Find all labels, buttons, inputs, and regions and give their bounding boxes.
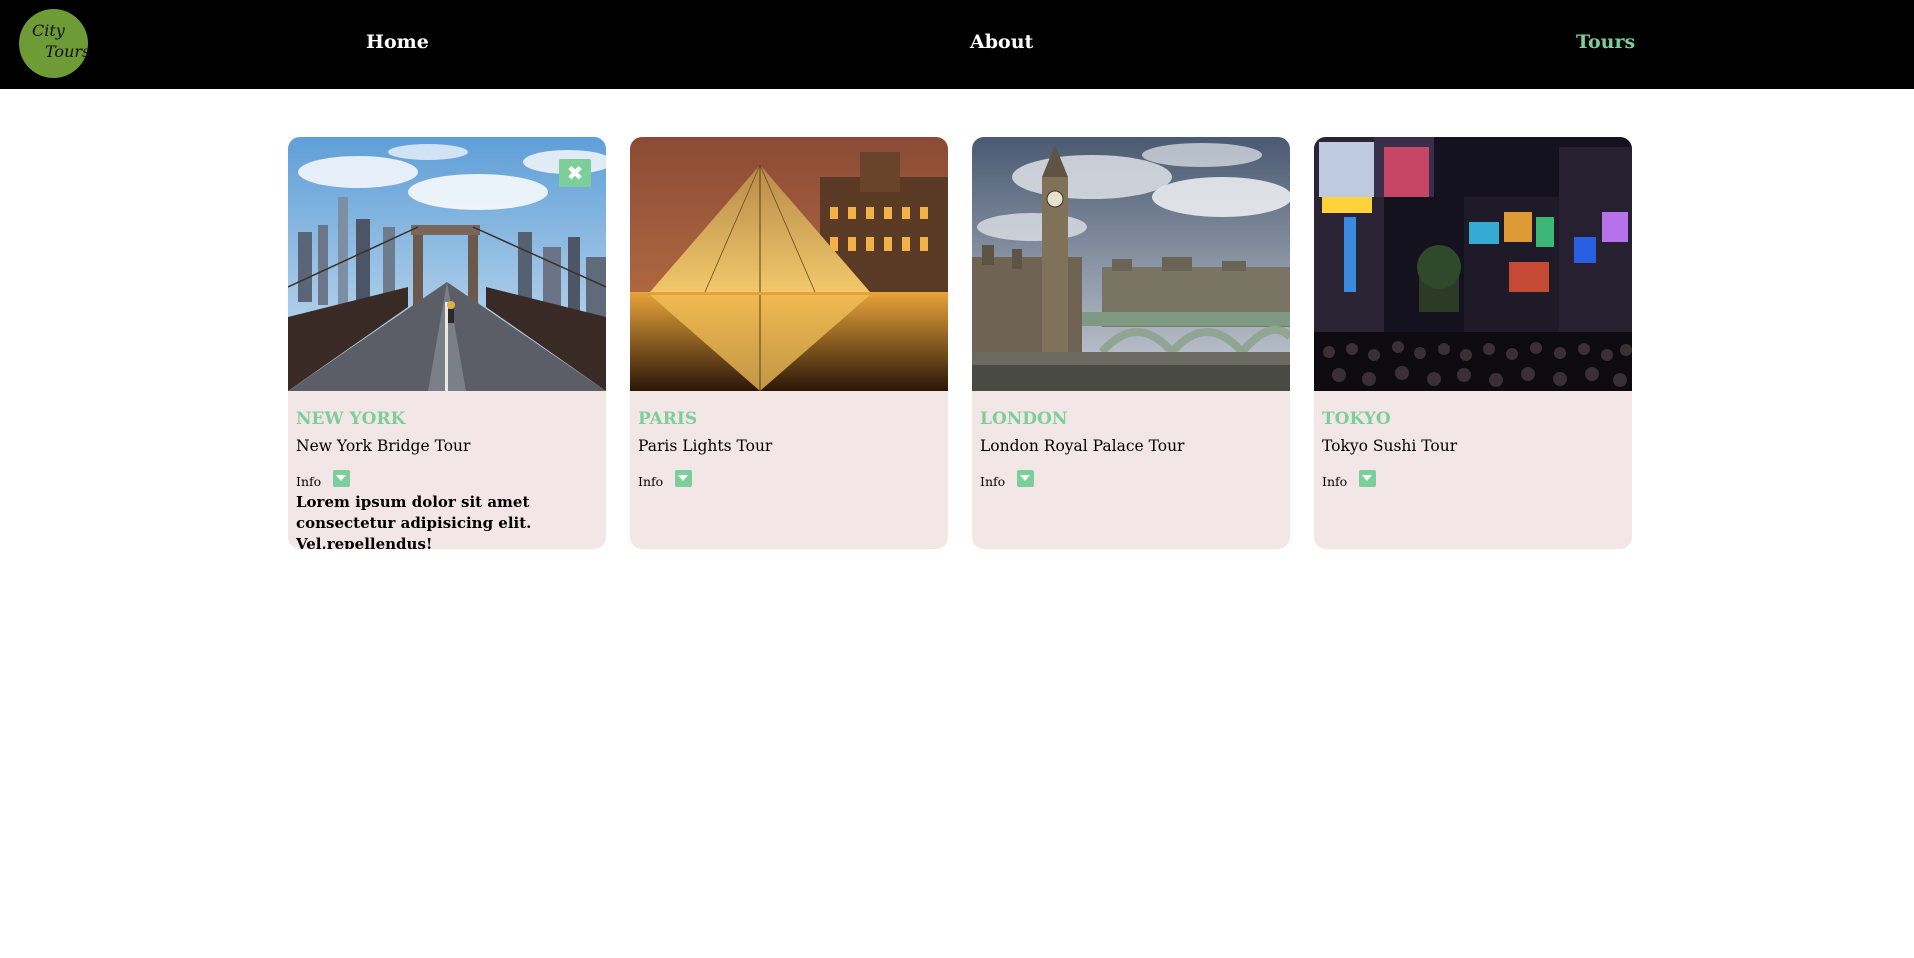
tour-city: PARIS bbox=[638, 409, 698, 429]
nav-link-about[interactable]: About bbox=[970, 31, 1033, 53]
top-navbar: City Tours Home About Tours bbox=[0, 0, 1914, 89]
logo-line-2: Tours bbox=[45, 42, 91, 61]
tour-card-new-york: ✖ NEW YORK New York Bridge Tour Info Lor… bbox=[288, 137, 606, 549]
tour-city: NEW YORK bbox=[296, 409, 406, 429]
tour-card-paris: PARIS Paris Lights Tour Info bbox=[630, 137, 948, 549]
tour-city: TOKYO bbox=[1322, 409, 1391, 429]
nav-link-tours[interactable]: Tours bbox=[1576, 31, 1635, 53]
tour-name: Paris Lights Tour bbox=[638, 437, 773, 455]
tour-name: London Royal Palace Tour bbox=[980, 437, 1185, 455]
logo-line-1: City bbox=[32, 21, 65, 40]
info-label: Info bbox=[980, 474, 1006, 489]
paris-louvre-image bbox=[630, 137, 948, 391]
tokyo-street-image bbox=[1314, 137, 1632, 391]
city-tours-logo[interactable]: City Tours bbox=[19, 9, 91, 78]
caret-down-icon[interactable] bbox=[1017, 470, 1034, 487]
info-label: Info bbox=[296, 474, 322, 489]
tour-card-tokyo: TOKYO Tokyo Sushi Tour Info bbox=[1314, 137, 1632, 549]
nav-link-home[interactable]: Home bbox=[366, 31, 429, 53]
tour-info-text: Lorem ipsum dolor sit amet consectetur a… bbox=[296, 493, 532, 549]
tour-name: Tokyo Sushi Tour bbox=[1322, 437, 1458, 455]
caret-down-icon[interactable] bbox=[333, 470, 350, 487]
caret-down-icon[interactable] bbox=[1359, 470, 1376, 487]
tour-card-london: LONDON London Royal Palace Tour Info bbox=[972, 137, 1290, 549]
info-label: Info bbox=[638, 474, 664, 489]
close-icon[interactable]: ✖ bbox=[559, 159, 591, 187]
london-big-ben-image bbox=[972, 137, 1290, 391]
info-label: Info bbox=[1322, 474, 1348, 489]
caret-down-icon[interactable] bbox=[675, 470, 692, 487]
tour-name: New York Bridge Tour bbox=[296, 437, 471, 455]
tour-city: LONDON bbox=[980, 409, 1068, 429]
